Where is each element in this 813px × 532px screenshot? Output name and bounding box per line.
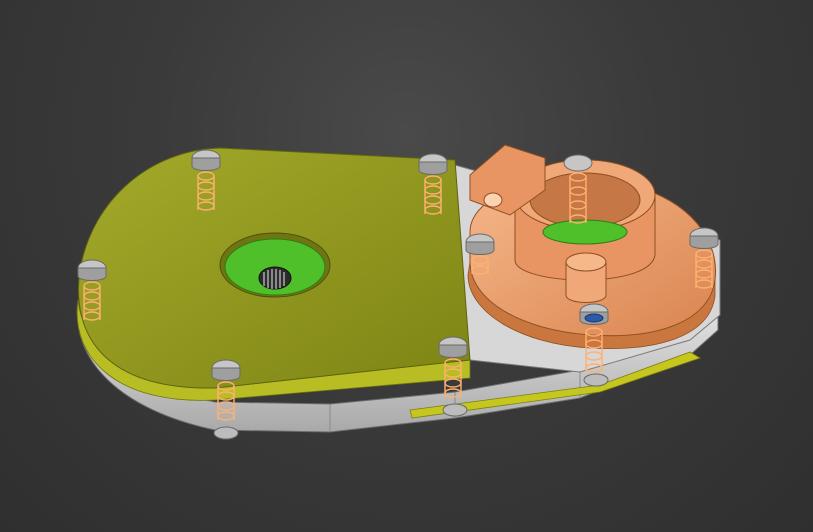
bearing-ring-right[interactable] — [542, 219, 628, 245]
3d-viewport[interactable] — [0, 0, 813, 532]
clamp-hole — [483, 192, 503, 208]
cover-plate[interactable] — [76, 147, 471, 401]
gearbox-assembly-model[interactable] — [0, 0, 813, 532]
